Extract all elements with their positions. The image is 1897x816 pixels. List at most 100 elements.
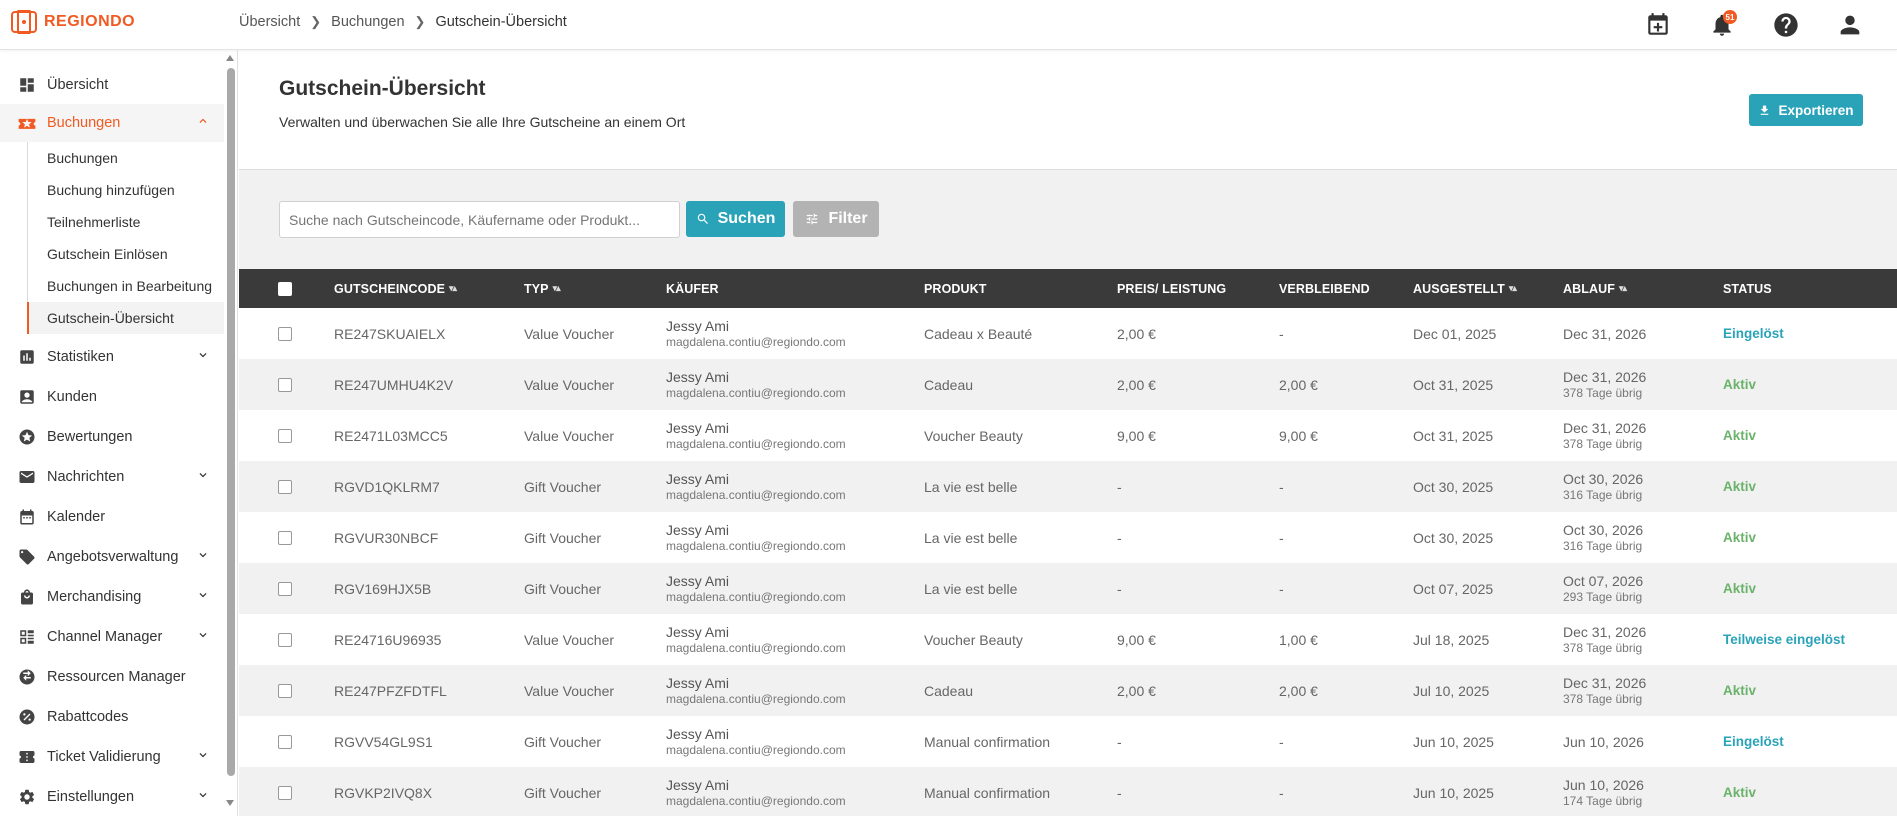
row-checkbox-cell <box>278 512 292 563</box>
table-row[interactable]: RGVUR30NBCF Gift Voucher Jessy Ami magdalen… <box>239 512 1897 563</box>
sidebar-subitem-bookings-in-progress[interactable]: Buchungen in Bearbeitung <box>28 270 224 302</box>
row-checkbox[interactable] <box>278 734 292 749</box>
row-checkbox[interactable] <box>278 683 292 698</box>
cell-expiry: Jun 10, 2026 174 Tage übrig <box>1563 767 1644 816</box>
cell-code-text[interactable]: RGVD1QKLRM7 <box>334 479 440 495</box>
table-row[interactable]: RE247UMHU4K2V Value Voucher Jessy Ami magda… <box>239 359 1897 410</box>
help-icon[interactable] <box>1769 8 1803 42</box>
cell-expiry-text: Dec 31, 2026 <box>1563 675 1647 691</box>
scroll-down-arrow-icon[interactable] <box>226 800 234 806</box>
sidebar-item-calendar[interactable]: Kalender <box>0 498 224 536</box>
row-checkbox[interactable] <box>278 428 292 443</box>
row-checkbox[interactable] <box>278 377 292 392</box>
sidebar-item-label: Ressourcen Manager <box>47 669 186 685</box>
column-type[interactable]: TYP ▾▴ <box>524 269 561 308</box>
cell-type: Value Voucher <box>524 410 614 461</box>
cell-code-text[interactable]: RE247SKUAIELX <box>334 326 445 342</box>
breadcrumb-overview[interactable]: Übersicht <box>239 14 300 30</box>
row-checkbox[interactable] <box>278 785 292 800</box>
sort-icon[interactable]: ▾▴ <box>553 283 561 294</box>
cell-code-text[interactable]: RE2471L03MCC5 <box>334 428 448 444</box>
notification-bell-icon[interactable]: 51 <box>1705 8 1739 42</box>
cell-price-text: 2,00 € <box>1117 682 1156 699</box>
cell-type-text: Value Voucher <box>524 682 615 699</box>
cell-buyer: Jessy Ami magdalena.contiu@regiondo.com <box>666 665 846 716</box>
regiondo-logo[interactable]: REGIONDO <box>10 10 135 34</box>
scroll-thumb[interactable] <box>227 68 235 776</box>
sidebar-item-label: Channel Manager <box>47 629 163 645</box>
sort-icon[interactable]: ▾▴ <box>449 283 457 294</box>
chevron-down-icon <box>196 628 210 646</box>
table-row[interactable]: RGVKP2IVQ8X Gift Voucher Jessy Ami magdalen… <box>239 767 1897 816</box>
row-checkbox[interactable] <box>278 479 292 494</box>
column-code[interactable]: GUTSCHEINCODE ▾▴ <box>334 269 457 308</box>
export-button[interactable]: Exportieren <box>1749 94 1863 126</box>
row-checkbox[interactable] <box>278 581 292 596</box>
user-account-icon[interactable] <box>1833 8 1867 42</box>
breadcrumb-bookings[interactable]: Buchungen <box>331 14 404 30</box>
cell-expiry: Dec 31, 2026 378 Tage übrig <box>1563 665 1646 716</box>
cell-issued: Oct 07, 2025 <box>1413 563 1493 614</box>
search-input[interactable] <box>279 201 680 238</box>
search-button[interactable]: Suchen <box>686 201 785 237</box>
sidebar-item-offer-management[interactable]: Angebotsverwaltung <box>0 538 224 576</box>
cell-code-text[interactable]: RE24716U96935 <box>334 632 441 648</box>
chevron-down-icon <box>196 548 210 566</box>
column-label: PRODUKT <box>924 281 987 296</box>
sidebar-subitem-participant-list[interactable]: Teilnehmerliste <box>28 206 224 238</box>
cell-code-text[interactable]: RGVKP2IVQ8X <box>334 785 432 801</box>
cell-code-text[interactable]: RE247PFZFDTFL <box>334 683 447 699</box>
breadcrumb: Übersicht ❯ Buchungen ❯ Gutschein-Übersi… <box>239 14 567 30</box>
search-button-label: Suchen <box>717 210 776 227</box>
sidebar-scrollbar[interactable] <box>226 52 235 810</box>
table-row[interactable]: RE24716U96935 Value Voucher Jessy Ami magda… <box>239 614 1897 665</box>
table-row[interactable]: RGVD1QKLRM7 Gift Voucher Jessy Ami magdalen… <box>239 461 1897 512</box>
sidebar-item-customers[interactable]: Kunden <box>0 378 224 416</box>
sidebar-item-bookings[interactable]: Buchungen <box>0 104 224 142</box>
table-row[interactable]: RE247SKUAIELX Value Voucher Jessy Ami magda… <box>239 308 1897 359</box>
column-issued[interactable]: AUSGESTELLT ▾▴ <box>1413 269 1517 308</box>
cell-code-text[interactable]: RGV169HJX5B <box>334 581 431 597</box>
cell-product-text: Voucher Beauty <box>924 631 1023 648</box>
table-row[interactable]: RE2471L03MCC5 Value Voucher Jessy Ami magda… <box>239 410 1897 461</box>
filter-button[interactable]: Filter <box>793 201 879 237</box>
sidebar-subitem-redeem-voucher[interactable]: Gutschein Einlösen <box>28 238 224 270</box>
sidebar-item-reviews[interactable]: Bewertungen <box>0 418 224 456</box>
row-checkbox[interactable] <box>278 632 292 647</box>
scroll-up-arrow-icon[interactable] <box>226 55 234 61</box>
sidebar-subitem-bookings[interactable]: Buchungen <box>28 142 224 174</box>
cell-remaining: - <box>1279 563 1284 614</box>
row-checkbox[interactable] <box>278 530 292 545</box>
row-checkbox[interactable] <box>278 326 292 341</box>
sidebar-item-discount-codes[interactable]: Rabattcodes <box>0 698 224 736</box>
sidebar-item-ticket-validation[interactable]: Ticket Validierung <box>0 738 224 776</box>
sidebar-subitem-add-booking[interactable]: Buchung hinzufügen <box>28 174 224 206</box>
sidebar-item-label: Kalender <box>47 509 106 525</box>
sidebar-subitem-voucher-overview[interactable]: Gutschein-Übersicht <box>27 302 224 334</box>
table-row[interactable]: RE247PFZFDTFL Value Voucher Jessy Ami magda… <box>239 665 1897 716</box>
sidebar-item-resource-manager[interactable]: Ressourcen Manager <box>0 658 224 696</box>
cell-issued-text: Oct 30, 2025 <box>1413 529 1494 546</box>
sort-icon[interactable]: ▾▴ <box>1509 283 1517 294</box>
table-row[interactable]: RGVV54GL9S1 Gift Voucher Jessy Ami magdalen… <box>239 716 1897 767</box>
sidebar-item-label: Übersicht <box>47 77 109 93</box>
cell-remaining: 2,00 € <box>1279 359 1318 410</box>
column-label: KÄUFER <box>666 281 719 296</box>
select-all-checkbox[interactable] <box>278 269 292 308</box>
sort-icon[interactable]: ▾▴ <box>1619 283 1627 294</box>
sidebar-item-statistics[interactable]: Statistiken <box>0 338 224 376</box>
table-row[interactable]: RGV169HJX5B Gift Voucher Jessy Ami magdalen… <box>239 563 1897 614</box>
sidebar-item-channel-manager[interactable]: Channel Manager <box>0 618 224 656</box>
sidebar-item-settings[interactable]: Einstellungen <box>0 778 224 816</box>
sidebar-item-merchandising[interactable]: Merchandising <box>0 578 224 616</box>
column-expiry[interactable]: ABLAUF ▾▴ <box>1563 269 1627 308</box>
page-title: Gutschein-Übersicht <box>279 77 486 100</box>
add-calendar-icon[interactable] <box>1641 8 1675 42</box>
cell-code-text[interactable]: RE247UMHU4K2V <box>334 377 453 393</box>
chevron-right-icon: ❯ <box>414 14 426 29</box>
cell-code-text[interactable]: RGVV54GL9S1 <box>334 734 433 750</box>
sidebar-item-overview[interactable]: Übersicht <box>0 66 224 104</box>
cell-buyer-text: Jessy Ami <box>666 573 730 589</box>
sidebar-item-messages[interactable]: Nachrichten <box>0 458 224 496</box>
cell-code-text[interactable]: RGVUR30NBCF <box>334 530 438 546</box>
